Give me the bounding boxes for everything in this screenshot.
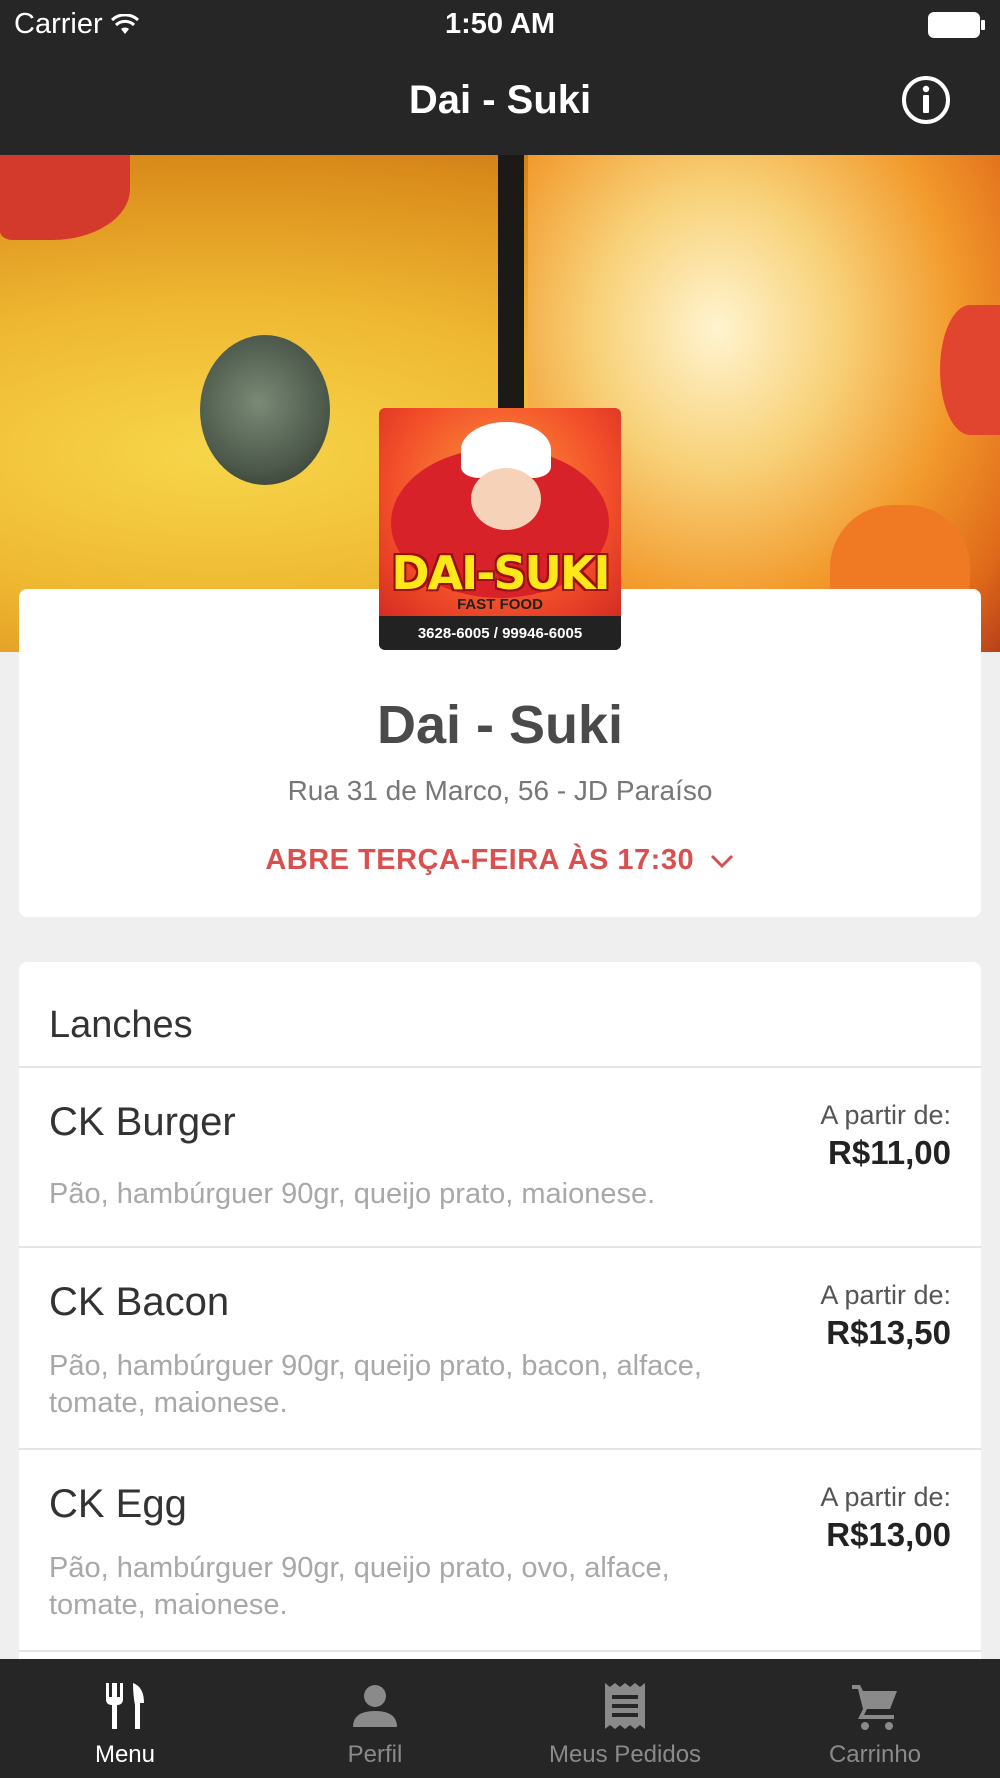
hero-decoration [940,305,1000,435]
menu-item[interactable]: CK Egg Pão, hambúrguer 90gr, queijo prat… [19,1450,981,1650]
tab-perfil[interactable]: Perfil [250,1659,500,1778]
opening-hours-toggle[interactable]: ABRE TERÇA-FEIRA ÀS 17:30 [19,844,981,877]
item-price: R$13,00 [826,1516,951,1553]
item-description: Pão, hambúrguer 90gr, queijo prato, ovo,… [49,1552,670,1621]
nav-title: Dai - Suki [408,78,592,122]
restaurant-logo: DAI-SUKI FAST FOOD 3628-6005 / 99946-600… [379,408,621,650]
restaurant-address: Rua 31 de Marco, 56 - JD Paraíso [287,775,713,806]
menu-item[interactable]: CK Bacon Pão, hambúrguer 90gr, queijo pr… [19,1248,981,1448]
tab-bar: Menu Perfil Meus Pedidos Carrinho [0,1659,1000,1778]
tab-label: Perfil [347,1741,403,1768]
restaurant-name: Dai - Suki [376,695,624,755]
menu-item[interactable]: CK Burger Pão, hambúrguer 90gr, queijo p… [19,1068,981,1246]
info-icon[interactable] [900,74,952,126]
logo-phone: 3628-6005 / 99946-6005 [417,625,583,642]
status-bar: Carrier 1:50 AM [0,0,1000,52]
chef-face-icon [471,468,541,530]
item-price-prefix: A partir de: [820,1482,951,1512]
item-price: R$11,00 [828,1134,951,1171]
item-name: CK Bacon [49,1280,230,1324]
tab-label: Carrinho [828,1741,922,1768]
person-icon [353,1685,397,1727]
section-title: Lanches [49,1004,193,1046]
tab-label: Meus Pedidos [548,1741,702,1768]
fork-knife-icon [106,1683,144,1729]
item-name: CK Egg [49,1482,187,1526]
battery-icon [928,12,985,38]
menu-section-card: Lanches CK Burger Pão, hambúrguer 90gr, … [19,962,981,1778]
item-price: R$13,50 [826,1314,951,1351]
tab-meus-pedidos[interactable]: Meus Pedidos [500,1659,750,1778]
navigation-bar: Dai - Suki [0,52,1000,155]
tab-menu[interactable]: Menu [0,1659,250,1778]
receipt-icon [605,1683,645,1729]
item-price-prefix: A partir de: [820,1100,951,1130]
item-description: Pão, hambúrguer 90gr, queijo prato, maio… [49,1178,656,1210]
item-description: Pão, hambúrguer 90gr, queijo prato, baco… [49,1350,702,1419]
status-time: 1:50 AM [444,8,556,40]
cart-icon [852,1685,897,1730]
logo-brand-text: DAI-SUKI [391,546,610,600]
tab-label: Menu [94,1741,156,1768]
opening-hours-label: ABRE TERÇA-FEIRA ÀS 17:30 [265,844,695,876]
divider [19,1650,981,1652]
hero-decoration [200,335,330,485]
hero-decoration [0,155,130,240]
item-price-prefix: A partir de: [820,1280,951,1310]
logo-subtitle: FAST FOOD [457,596,543,613]
tab-carrinho[interactable]: Carrinho [750,1659,1000,1778]
item-name: CK Burger [49,1100,236,1144]
chevron-down-icon [710,855,733,869]
